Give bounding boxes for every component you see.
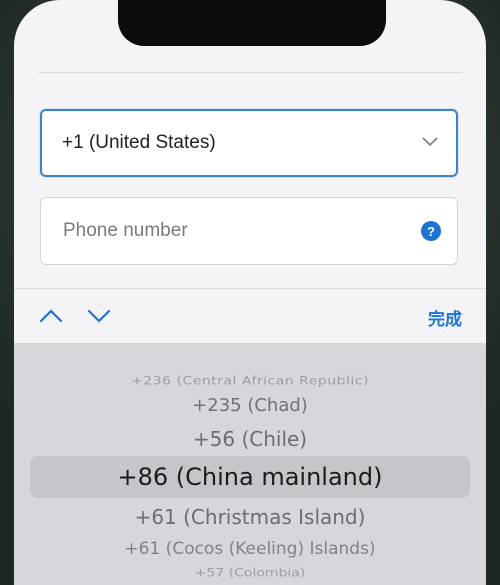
question-circle-icon[interactable]: ? — [421, 221, 441, 241]
phone-number-input[interactable] — [61, 219, 421, 243]
picker-item[interactable]: +61 (Cocos (Keeling) Islands) — [14, 539, 486, 559]
chevron-down-icon[interactable] — [86, 305, 112, 327]
picker-toolbar: 完成 — [14, 289, 486, 343]
country-picker-wheel[interactable]: +236 (Central African Republic) +235 (Ch… — [14, 343, 486, 585]
notch — [118, 0, 386, 46]
picker-item[interactable]: +57 (Colombia) — [14, 566, 486, 579]
phone-number-field[interactable]: ? — [40, 197, 458, 265]
chevron-down-icon — [422, 134, 438, 152]
picker-item[interactable]: +235 (Chad) — [14, 395, 486, 416]
chevron-up-icon[interactable] — [38, 305, 64, 327]
picker-item[interactable]: +236 (Central African Republic) — [14, 374, 486, 387]
phone-screen: +1 (United States) ? 完成 +236 (Central Af… — [14, 0, 486, 585]
picker-item-selected[interactable]: +86 (China mainland) — [14, 463, 486, 491]
picker-item[interactable]: +61 (Christmas Island) — [14, 505, 486, 529]
divider — [38, 72, 462, 73]
picker-item[interactable]: +56 (Chile) — [14, 427, 486, 451]
country-code-select[interactable]: +1 (United States) — [40, 109, 458, 177]
done-button[interactable]: 完成 — [428, 305, 462, 330]
country-code-value: +1 (United States) — [62, 132, 216, 153]
